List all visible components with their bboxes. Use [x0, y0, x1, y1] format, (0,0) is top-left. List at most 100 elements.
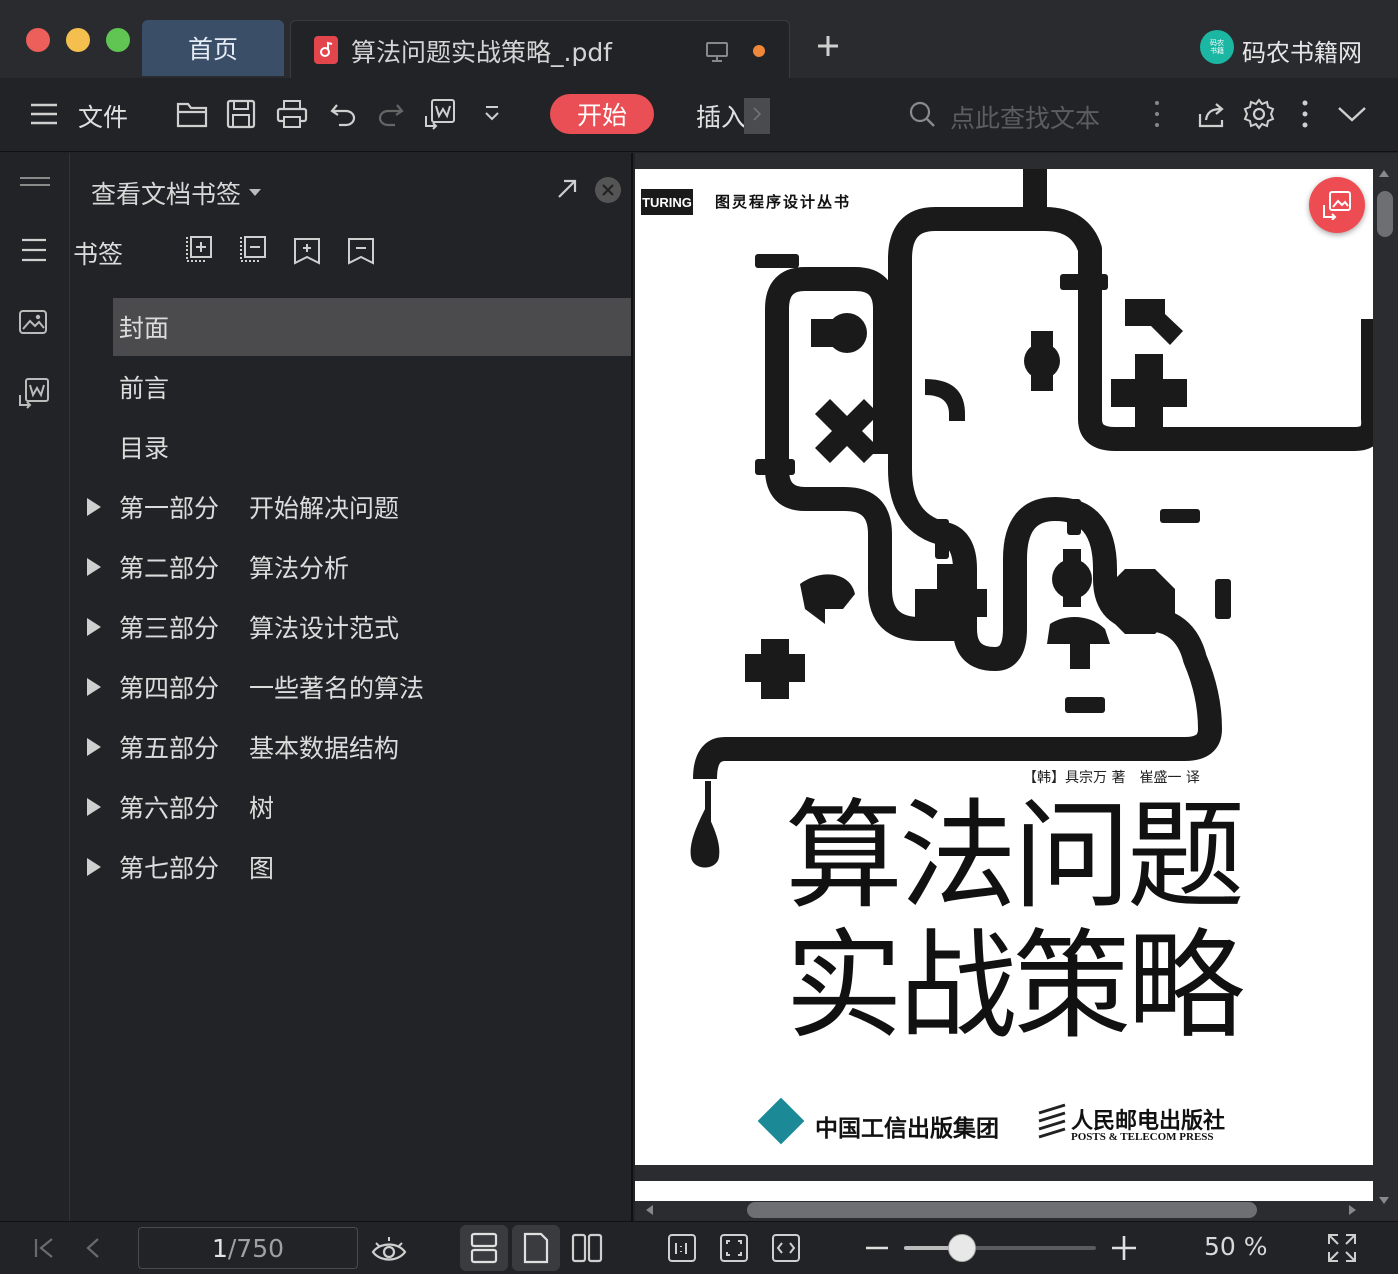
share-icon[interactable] [1194, 96, 1230, 132]
close-window-button[interactable] [26, 28, 50, 52]
scroll-down-arrow-icon[interactable] [1377, 1195, 1391, 1207]
redo-icon[interactable] [373, 96, 409, 132]
expand-arrow-icon[interactable] [87, 678, 101, 696]
expand-arrow-icon[interactable] [87, 738, 101, 756]
expand-arrow-icon[interactable] [87, 498, 101, 516]
open-folder-icon[interactable] [174, 96, 210, 132]
scroll-right-icon[interactable] [744, 98, 770, 134]
bookmark-item-label: 第六部分 [119, 794, 220, 823]
file-menu[interactable]: 文件 [78, 98, 128, 134]
maximize-window-button[interactable] [106, 28, 130, 52]
bookmark-item-part-5[interactable]: 第五部分 基本数据结构 [87, 718, 631, 776]
more-dropdown-icon[interactable] [474, 96, 510, 132]
pdf-page-2-edge [635, 1181, 1373, 1201]
zoom-slider-knob[interactable] [947, 1234, 976, 1262]
bookmark-item-preface[interactable]: 前言 [113, 358, 631, 416]
fit-width-icon[interactable] [770, 1232, 802, 1264]
tab-document-label: 算法问题实战策略_.pdf [351, 38, 612, 67]
press-name-en: POSTS & TELECOM PRESS [1071, 1131, 1214, 1143]
scroll-up-arrow-icon[interactable] [1377, 167, 1391, 179]
bookmark-item-subtitle: 开始解决问题 [249, 494, 400, 523]
bookmark-item-subtitle: 算法设计范式 [249, 614, 400, 643]
floating-convert-button[interactable] [1309, 177, 1365, 233]
start-tab-label: 开始 [576, 101, 627, 130]
bookmark-item-part-7[interactable]: 第七部分 图 [87, 838, 631, 896]
bookmark-item-label: 封面 [119, 314, 170, 343]
convert-image-icon [1323, 191, 1351, 220]
print-icon[interactable] [274, 96, 310, 132]
tab-home[interactable]: 首页 [142, 20, 284, 76]
zoom-in-icon[interactable] [1110, 1234, 1138, 1262]
fullscreen-icon[interactable] [1326, 1232, 1358, 1264]
search-icon [908, 100, 936, 128]
convert-word-icon[interactable] [18, 377, 50, 409]
status-bar: 1 /750 50 % [0, 1221, 1398, 1274]
bookmark-item-label: 第三部分 [119, 614, 220, 643]
new-tab-icon[interactable] [814, 32, 842, 60]
two-page-view-icon[interactable] [570, 1232, 604, 1264]
zoom-out-icon[interactable] [864, 1236, 890, 1260]
bookmark-item-part-3[interactable]: 第三部分 算法设计范式 [87, 598, 631, 656]
pop-out-panel-icon[interactable] [555, 177, 579, 201]
bookmark-item-label: 第一部分 [119, 494, 220, 523]
add-bookmark-child-icon[interactable] [185, 235, 213, 263]
expand-arrow-icon[interactable] [87, 858, 101, 876]
page-number-input[interactable]: 1 /750 [138, 1227, 358, 1269]
more-options-icon[interactable] [1298, 98, 1312, 130]
publisher-group-name: 中国工信出版集团 [815, 1115, 999, 1142]
expand-arrow-icon[interactable] [87, 798, 101, 816]
current-page: 1 [211, 1233, 228, 1263]
scroll-right-arrow-icon[interactable] [1347, 1203, 1359, 1217]
panel-header-title: 查看文档书签 [91, 180, 242, 209]
hamburger-menu-icon[interactable] [26, 96, 62, 132]
vertical-scrollbar-thumb[interactable] [1377, 191, 1393, 237]
add-bookmark-icon[interactable] [293, 237, 321, 265]
thumbnail-image-icon[interactable] [18, 309, 48, 335]
single-page-view-icon[interactable] [512, 1225, 560, 1271]
bookmark-item-label: 第七部分 [119, 854, 220, 883]
zoom-level[interactable]: 50 % [1204, 1232, 1268, 1261]
zoom-slider[interactable] [904, 1234, 1096, 1262]
search-input[interactable]: 点此查找文本 [950, 99, 1100, 135]
insert-tab-label: 插入 [696, 103, 747, 132]
expand-arrow-icon[interactable] [87, 558, 101, 576]
bookmark-list-icon[interactable] [20, 237, 48, 263]
minimize-window-button[interactable] [66, 28, 90, 52]
settings-gear-icon[interactable] [1241, 96, 1277, 132]
brand-name: 码农书籍网 [1242, 39, 1362, 67]
bookmark-item-part-1[interactable]: 第一部分 开始解决问题 [87, 478, 631, 536]
save-icon[interactable] [223, 96, 259, 132]
first-page-icon[interactable] [32, 1236, 56, 1260]
bookmark-item-cover[interactable]: 封面 [113, 298, 631, 356]
fit-page-icon[interactable] [718, 1232, 750, 1264]
horizontal-scrollbar-thumb[interactable] [747, 1202, 1257, 1218]
brand-logo-text: 码农 书籍 [1210, 39, 1224, 55]
bookmark-item-label: 目录 [119, 434, 170, 463]
pdf-page-cover: TURING 图灵程序设计丛书 【韩】具宗万 著 崔盛一 译 算法问题 实战策略… [635, 169, 1373, 1165]
actual-size-icon[interactable] [666, 1232, 698, 1264]
bookmark-item-toc[interactable]: 目录 [113, 418, 631, 476]
total-pages: /750 [227, 1233, 285, 1263]
pdf-to-word-icon[interactable] [422, 96, 458, 132]
undo-icon[interactable] [325, 96, 361, 132]
continuous-scroll-view-icon[interactable] [460, 1225, 508, 1271]
insert-tab[interactable]: 插入 [696, 98, 770, 138]
panel-header-dropdown[interactable]: 查看文档书签 [91, 175, 262, 211]
screen-icon[interactable] [705, 41, 729, 63]
bookmark-item-part-4[interactable]: 第四部分 一些著名的算法 [87, 658, 631, 716]
expand-arrow-icon[interactable] [87, 618, 101, 636]
previous-page-icon[interactable] [82, 1236, 106, 1260]
scroll-left-arrow-icon[interactable] [643, 1203, 655, 1217]
close-panel-icon[interactable] [595, 177, 621, 203]
tab-document[interactable]: 算法问题实战策略_.pdf [290, 20, 790, 78]
bookmark-item-part-2[interactable]: 第二部分 算法分析 [87, 538, 631, 596]
remove-bookmark-icon[interactable] [239, 235, 267, 263]
collapse-toolbar-chevron-icon[interactable] [1334, 96, 1370, 132]
bookmark-item-part-6[interactable]: 第六部分 树 [87, 778, 631, 836]
collapse-rail-icon[interactable] [18, 175, 52, 189]
document-viewport[interactable]: TURING 图灵程序设计丛书 【韩】具宗万 著 崔盛一 译 算法问题 实战策略… [635, 153, 1398, 1221]
start-tab[interactable]: 开始 [550, 94, 654, 134]
reading-mode-eye-icon[interactable] [370, 1234, 408, 1264]
bookmarks-label: 书签 [73, 240, 124, 269]
delete-bookmark-icon[interactable] [347, 237, 375, 265]
